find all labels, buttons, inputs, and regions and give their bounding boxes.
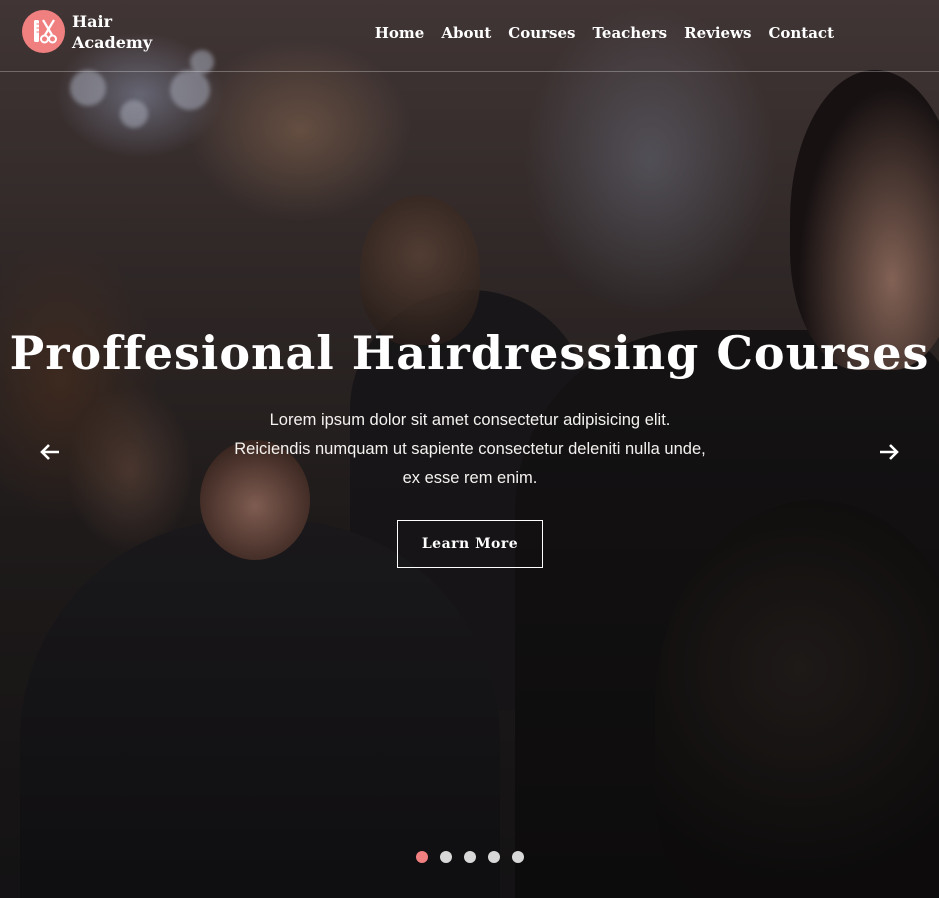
hero-title: Proffesional Hairdressing Courses xyxy=(9,326,930,380)
nav-item-contact[interactable]: Contact xyxy=(768,24,834,42)
brand-name-line1: Hair xyxy=(72,11,112,31)
brand-name-line2: Academy xyxy=(72,32,153,52)
nav-item-reviews[interactable]: Reviews xyxy=(684,24,751,42)
slider-dot[interactable] xyxy=(488,851,500,863)
site-header: Hair Academy Home About Courses Teachers… xyxy=(0,0,939,72)
slider-dot[interactable] xyxy=(416,851,428,863)
hero-lead-line: Reiciendis numquam ut sapiente consectet… xyxy=(234,440,706,458)
brand-logo[interactable]: Hair Academy xyxy=(22,10,152,53)
nav-item-teachers[interactable]: Teachers xyxy=(592,24,667,42)
slider-dot[interactable] xyxy=(440,851,452,863)
arrow-right-icon[interactable] xyxy=(877,440,901,464)
brand-name: Hair Academy xyxy=(72,11,152,53)
scissors-comb-icon xyxy=(22,10,65,53)
nav-item-home[interactable]: Home xyxy=(375,24,425,42)
nav-item-about[interactable]: About xyxy=(441,24,491,42)
learn-more-button[interactable]: Learn More xyxy=(397,520,543,568)
slider-dot[interactable] xyxy=(464,851,476,863)
nav-item-courses[interactable]: Courses xyxy=(508,24,575,42)
hero-lead: Lorem ipsum dolor sit amet consectetur a… xyxy=(180,406,760,493)
slider-dot[interactable] xyxy=(512,851,524,863)
hero-lead-line: Lorem ipsum dolor sit amet consectetur a… xyxy=(269,411,671,429)
slider-pagination xyxy=(416,851,524,863)
arrow-left-icon[interactable] xyxy=(38,440,62,464)
hero-lead-line: ex esse rem enim. xyxy=(402,469,538,487)
main-nav: Home About Courses Teachers Reviews Cont… xyxy=(375,24,834,42)
